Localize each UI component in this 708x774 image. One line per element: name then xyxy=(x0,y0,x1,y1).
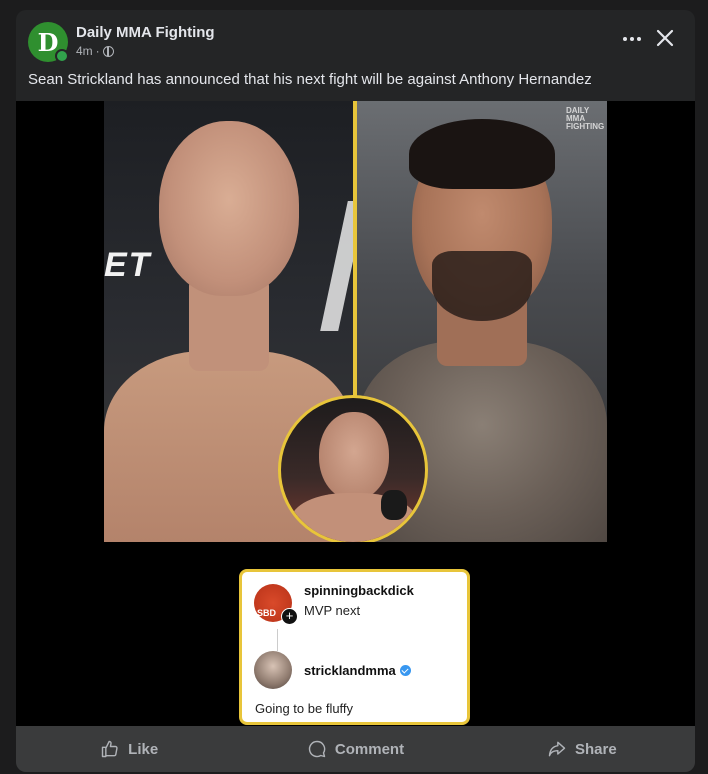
comment-icon xyxy=(308,740,326,758)
share-label: Share xyxy=(574,740,617,758)
comment-label: Comment xyxy=(334,740,405,758)
fighters-photo: ET DAILY MMA FIGHTING xyxy=(104,101,607,542)
post-time[interactable]: 4m xyxy=(76,44,93,58)
globe-icon xyxy=(102,45,114,57)
online-dot xyxy=(55,49,69,63)
commenter-username: spinningbackdick xyxy=(304,583,414,598)
post-meta: 4m · xyxy=(76,44,114,58)
reply-text: Going to be fluffy xyxy=(255,701,354,716)
post-card: D Daily MMA Fighting 4m · Sean Stricklan… xyxy=(16,10,695,772)
commenter-avatar-initials: SBD xyxy=(257,608,277,618)
page-avatar[interactable]: D xyxy=(28,22,69,63)
watermark: DAILY MMA FIGHTING xyxy=(566,107,604,131)
more-options-button[interactable] xyxy=(620,30,644,48)
like-button[interactable]: Like xyxy=(16,726,242,772)
right-fighter-beard xyxy=(432,251,532,321)
reply-avatar xyxy=(254,651,292,689)
watermark-line: FIGHTING xyxy=(566,122,605,131)
comment-button[interactable]: Comment xyxy=(242,726,468,772)
thread-line xyxy=(277,629,278,651)
page-name[interactable]: Daily MMA Fighting xyxy=(76,24,215,41)
right-fighter-hair xyxy=(409,119,555,189)
post-caption: Sean Strickland has announced that his n… xyxy=(28,71,592,88)
close-icon xyxy=(656,29,674,47)
verified-icon xyxy=(399,665,411,676)
action-bar: Like Comment Share xyxy=(16,726,695,772)
close-button[interactable] xyxy=(653,26,677,50)
more-icon xyxy=(623,37,641,41)
follow-plus-icon[interactable]: + xyxy=(281,608,298,625)
inset-circle-photo xyxy=(278,395,428,542)
comment-text: MVP next xyxy=(304,603,361,618)
left-fighter-head xyxy=(159,121,299,296)
like-label: Like xyxy=(128,740,159,758)
inset-head xyxy=(319,412,389,500)
instagram-comment-card: SBD + spinningbackdick MVP next strickla… xyxy=(239,569,470,725)
thumbs-up-icon xyxy=(101,740,118,758)
post-media[interactable]: ET DAILY MMA FIGHTING SBD + spinningback… xyxy=(16,101,695,726)
meta-separator: · xyxy=(95,44,100,58)
reply-user-row: stricklandmma xyxy=(304,663,411,678)
share-icon xyxy=(548,741,566,757)
banner-text: ET xyxy=(104,246,152,284)
inset-microphone xyxy=(381,490,407,520)
share-button[interactable]: Share xyxy=(469,726,695,772)
reply-username: stricklandmma xyxy=(304,663,396,678)
